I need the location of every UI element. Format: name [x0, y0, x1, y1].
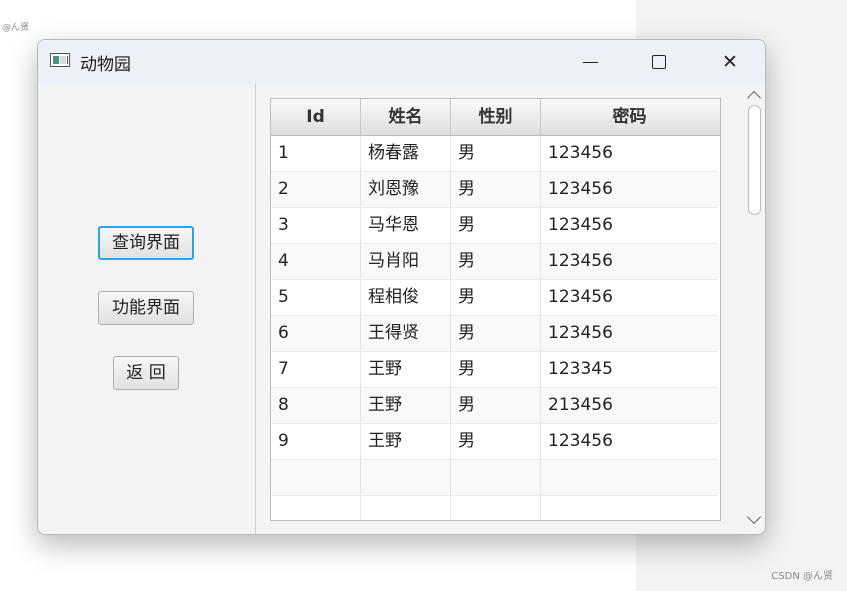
table-row[interactable]: 8 王野男 213456 — [271, 388, 720, 424]
cell-name: 王得贤 — [361, 316, 451, 352]
watermark-bottom: CSDN @ん贤 — [771, 571, 833, 582]
minimize-icon — [582, 61, 598, 63]
cell-id: 4 — [271, 244, 361, 280]
empty-cell — [361, 460, 451, 496]
cell-gender: 男 — [451, 352, 541, 388]
minimize-button[interactable] — [566, 40, 614, 84]
cell-gender: 男 — [451, 280, 541, 316]
cell-name: 王野 — [361, 424, 451, 460]
cell-password: 123456 — [541, 172, 718, 208]
empty-cell — [271, 460, 361, 496]
cell-password: 123456 — [541, 208, 718, 244]
cell-name: 马华恩 — [361, 208, 451, 244]
column-header-gender[interactable]: 性别 — [451, 99, 541, 135]
table-row[interactable]: 3 马华恩男 123456 — [271, 208, 720, 244]
cell-id: 8 — [271, 388, 361, 424]
maximize-button[interactable] — [635, 40, 683, 84]
scrollbar-thumb[interactable] — [748, 105, 761, 215]
empty-cell — [541, 460, 718, 496]
window-title: 动物园 — [80, 55, 131, 75]
empty-cell — [541, 496, 718, 520]
cell-name: 刘恩豫 — [361, 172, 451, 208]
cell-id: 5 — [271, 280, 361, 316]
cell-id: 1 — [271, 136, 361, 172]
cell-gender: 男 — [451, 388, 541, 424]
cell-password: 123456 — [541, 244, 718, 280]
empty-table-row — [271, 460, 720, 496]
table-body: 1 杨春露男 123456 2 刘恩豫男 123456 3 马华恩男 123456 4 马肖阳男 12… — [271, 136, 720, 520]
cell-password: 123456 — [541, 280, 718, 316]
query-view-button[interactable]: 查询界面 — [98, 226, 194, 260]
empty-cell — [361, 496, 451, 520]
table-row[interactable]: 6 王得贤男 123456 — [271, 316, 720, 352]
column-header-password[interactable]: 密码 — [541, 99, 718, 135]
empty-cell — [271, 496, 361, 520]
user-table: Id 姓名 性别 密码 1 杨春露男 123456 2 刘恩豫男 123456 3 马华恩男 1… — [270, 98, 721, 521]
vertical-scrollbar[interactable] — [743, 84, 765, 534]
back-button[interactable]: 返 回 — [113, 356, 179, 390]
cell-password: 213456 — [541, 388, 718, 424]
cell-name: 王野 — [361, 388, 451, 424]
function-view-button[interactable]: 功能界面 — [98, 291, 194, 325]
navigation-panel: 查询界面 功能界面 返 回 — [38, 84, 255, 534]
table-row[interactable]: 2 刘恩豫男 123456 — [271, 172, 720, 208]
scroll-up-arrow-icon[interactable] — [746, 90, 762, 106]
cell-name: 程相俊 — [361, 280, 451, 316]
cell-name: 马肖阳 — [361, 244, 451, 280]
cell-name: 王野 — [361, 352, 451, 388]
table-scroll-pane[interactable]: Id 姓名 性别 密码 1 杨春露男 123456 2 刘恩豫男 123456 3 马华恩男 1… — [255, 84, 765, 534]
scroll-down-arrow-icon[interactable] — [746, 509, 762, 525]
table-row[interactable]: 9 王野男 123456 — [271, 424, 720, 460]
empty-cell — [451, 460, 541, 496]
table-row[interactable]: 5 程相俊男 123456 — [271, 280, 720, 316]
empty-cell — [451, 496, 541, 520]
title-bar[interactable]: 动物园 ✕ — [38, 40, 765, 84]
watermark-top: @ん贤 — [2, 23, 30, 33]
cell-id: 2 — [271, 172, 361, 208]
app-window-icon — [50, 53, 70, 67]
cell-password: 123456 — [541, 316, 718, 352]
cell-id: 3 — [271, 208, 361, 244]
cell-name: 杨春露 — [361, 136, 451, 172]
table-row[interactable]: 7 王野男 123345 — [271, 352, 720, 388]
cell-gender: 男 — [451, 208, 541, 244]
cell-password: 123345 — [541, 352, 718, 388]
column-header-name[interactable]: 姓名 — [361, 99, 451, 135]
table-header: Id 姓名 性别 密码 — [271, 99, 720, 136]
maximize-icon — [652, 55, 666, 69]
cell-gender: 男 — [451, 172, 541, 208]
cell-gender: 男 — [451, 136, 541, 172]
empty-table-row — [271, 496, 720, 520]
close-icon: ✕ — [722, 51, 738, 73]
cell-gender: 男 — [451, 424, 541, 460]
cell-password: 123456 — [541, 136, 718, 172]
cell-id: 7 — [271, 352, 361, 388]
cell-password: 123456 — [541, 424, 718, 460]
table-row[interactable]: 4 马肖阳男 123456 — [271, 244, 720, 280]
close-button[interactable]: ✕ — [706, 40, 754, 84]
cell-gender: 男 — [451, 244, 541, 280]
cell-gender: 男 — [451, 316, 541, 352]
cell-id: 6 — [271, 316, 361, 352]
table-row[interactable]: 1 杨春露男 123456 — [271, 136, 720, 172]
app-window: 动物园 ✕ 查询界面 功能界面 返 回 Id 姓名 性别 密码 1 杨春露男 123… — [37, 39, 766, 535]
cell-id: 9 — [271, 424, 361, 460]
column-header-id[interactable]: Id — [271, 99, 361, 135]
